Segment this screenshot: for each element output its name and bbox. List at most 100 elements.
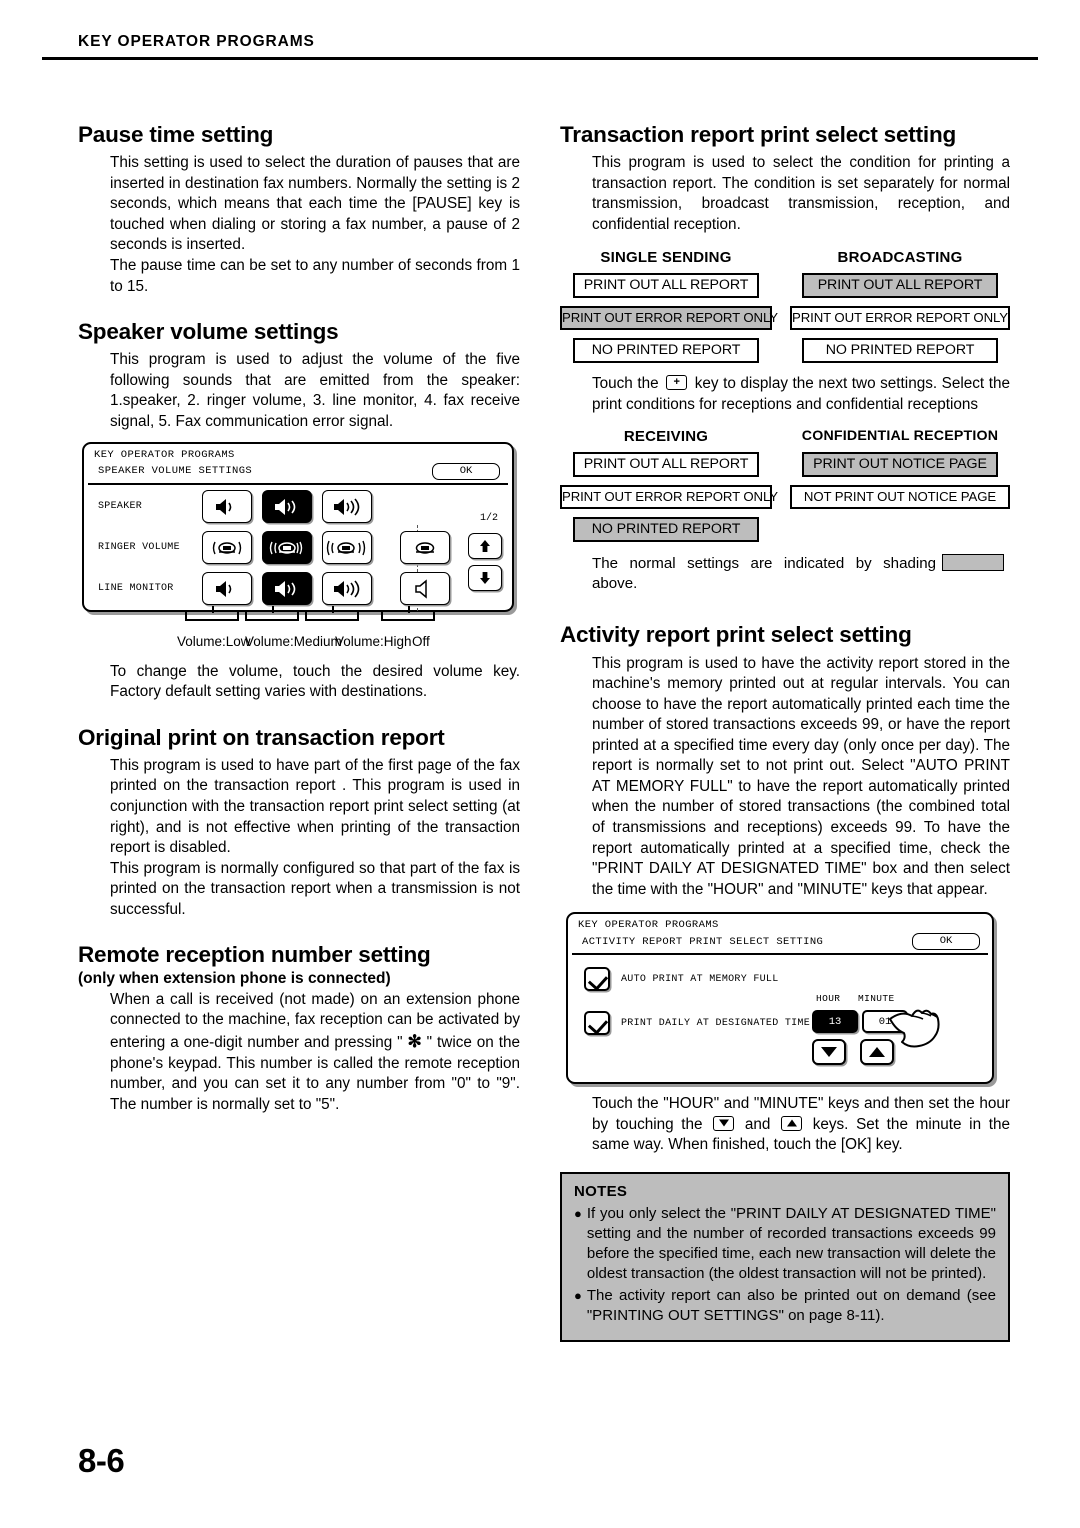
down-arrow-inline-icon	[713, 1115, 735, 1131]
broadcasting-options: PRINT OUT ALL REPORT PRINT OUT ERROR REP…	[790, 273, 1010, 371]
paragraph-activity-report-2: Touch the "HOUR" and "MINUTE" keys and t…	[592, 1094, 1010, 1156]
speaker-volume-medium-key[interactable]	[262, 490, 312, 524]
option-receiving-print-all[interactable]: PRINT OUT ALL REPORT	[573, 451, 759, 477]
ringer-volume-low-key[interactable]	[202, 531, 252, 565]
volume-brackets	[82, 605, 520, 634]
panel-subbar-activity: ACTIVITY REPORT PRINT SELECT SETTING OK	[572, 933, 988, 956]
heading-original-print: Original print on transaction report	[78, 724, 445, 750]
speaker-volume-low-key[interactable]	[202, 490, 252, 524]
up-arrow-inline-icon	[781, 1115, 803, 1131]
paragraph-speaker-volume-2: To change the volume, touch the desired …	[110, 662, 520, 701]
bracket-medium	[245, 605, 299, 621]
down-arrow-key-icon: +	[666, 375, 688, 391]
report-group1-headers: SINGLE SENDING BROADCASTING	[560, 249, 1010, 266]
ringer-volume-row: RINGER VOLUME	[84, 530, 512, 566]
paragraph-original-print-1: This program is used to have part of the…	[110, 756, 520, 857]
speaker-volume-high-key[interactable]	[322, 490, 372, 524]
report-group1-options: PRINT OUT ALL REPORT PRINT OUT ERROR REP…	[560, 273, 1010, 371]
asterisk-glyph: ✻	[407, 1031, 422, 1051]
confidential-options: PRINT OUT NOTICE PAGE NOT PRINT OUT NOTI…	[790, 451, 1010, 550]
header-single-sending: SINGLE SENDING	[600, 249, 732, 267]
volume-bracket-labels: Volume:Low Volume:Medium Volume:High Off	[82, 634, 520, 654]
print-daily-designated-time-checkbox[interactable]	[584, 1011, 610, 1036]
heading-activity-report: Activity report print select setting	[560, 622, 912, 648]
panel-title-speaker: KEY OPERATOR PROGRAMS	[94, 448, 235, 461]
print-daily-designated-time-label: PRINT DAILY AT DESIGNATED TIME	[621, 1017, 811, 1029]
left-column: Pause time setting This setting is used …	[78, 122, 520, 1115]
option-single-print-all[interactable]: PRINT OUT ALL REPORT	[573, 273, 759, 299]
scroll-down-key[interactable]	[468, 564, 502, 591]
label-volume-low: Volume:Low	[177, 633, 251, 649]
ringer-volume-high-key[interactable]	[322, 531, 372, 565]
speaker-row-label: SPEAKER	[98, 501, 143, 513]
line-monitor-medium-key[interactable]	[262, 572, 312, 606]
ok-button-speaker[interactable]: OK	[432, 462, 500, 480]
hour-value-key[interactable]: 13	[812, 1010, 858, 1034]
option-receiving-print-error-only[interactable]: PRINT OUT ERROR REPORT ONLY	[560, 484, 778, 509]
paragraph-remote-reception: When a call is received (not made) on an…	[110, 990, 520, 1116]
option-single-print-error-only[interactable]: PRINT OUT ERROR REPORT ONLY	[560, 306, 778, 331]
shading-swatch	[942, 553, 1004, 571]
activity-report-panel: KEY OPERATOR PROGRAMS ACTIVITY REPORT PR…	[566, 912, 994, 1085]
ringer-volume-off-key[interactable]	[400, 531, 450, 565]
option-single-no-report[interactable]: NO PRINTED REPORT	[573, 338, 759, 364]
paragraph-pause-time-1: This setting is used to select the durat…	[110, 154, 520, 254]
line-monitor-row: LINE MONITOR	[84, 571, 512, 607]
ringer-volume-medium-key[interactable]	[262, 531, 312, 565]
shading-legend: The normal settings are indicated by sha…	[592, 553, 1010, 595]
auto-print-memory-full-label: AUTO PRINT AT MEMORY FULL	[621, 973, 779, 985]
subheading-remote-reception: (only when extension phone is connected)	[78, 969, 391, 987]
header-receiving: RECEIVING	[623, 427, 709, 445]
label-volume-high: Volume:High	[335, 633, 412, 649]
activity-panel-body: AUTO PRINT AT MEMORY FULL PRINT DAILY AT…	[568, 955, 992, 1073]
line-monitor-off-key[interactable]	[400, 572, 450, 606]
activity-text-b: and	[737, 1115, 779, 1133]
option-receiving-no-report[interactable]: NO PRINTED REPORT	[573, 516, 759, 542]
header-broadcasting: BROADCASTING	[837, 249, 963, 267]
ok-button-activity[interactable]: OK	[912, 933, 980, 951]
speaker-volume-panel: KEY OPERATOR PROGRAMS SPEAKER VOLUME SET…	[82, 441, 514, 612]
note-item: ● If you only select the "PRINT DAILY AT…	[574, 1204, 996, 1284]
panel-subtitle-activity: ACTIVITY REPORT PRINT SELECT SETTING	[582, 935, 824, 948]
bullet-icon: ●	[574, 1205, 582, 1221]
time-up-key[interactable]	[860, 1039, 894, 1066]
speaker-panel-body: 1/2 SPEAKER RINGER VOLUME LINE MONITOR	[84, 485, 512, 611]
auto-print-memory-full-row[interactable]: AUTO PRINT AT MEMORY FULL	[584, 967, 779, 992]
bullet-icon: ●	[574, 1287, 582, 1303]
option-broadcast-print-all[interactable]: PRINT OUT ALL REPORT	[802, 273, 998, 299]
hour-header: HOUR	[816, 993, 841, 1005]
time-down-key[interactable]	[812, 1039, 846, 1066]
line-monitor-low-key[interactable]	[202, 572, 252, 606]
notes-title: NOTES	[574, 1182, 628, 1200]
note-text: The activity report can also be printed …	[586, 1286, 996, 1324]
label-volume-medium: Volume:Medium	[245, 633, 342, 649]
report-group2-headers: RECEIVING CONFIDENTIAL RECEPTION	[560, 428, 1010, 445]
shading-legend-text-a: The normal settings are indicated by sha…	[592, 554, 936, 572]
right-column: Transaction report print select setting …	[560, 122, 1010, 1342]
paragraph-touch-next-settings: Touch the + key to display the next two …	[592, 374, 1010, 415]
option-confidential-not-print-notice[interactable]: NOT PRINT OUT NOTICE PAGE	[790, 484, 1010, 509]
option-broadcast-print-error-only[interactable]: PRINT OUT ERROR REPORT ONLY	[790, 306, 1010, 331]
shading-legend-text-b: above.	[592, 574, 638, 592]
auto-print-memory-full-checkbox[interactable]	[584, 967, 610, 992]
header-confidential-reception: CONFIDENTIAL RECEPTION	[801, 427, 999, 444]
notes-box: NOTES ● If you only select the "PRINT DA…	[560, 1171, 1010, 1342]
document-page: KEY OPERATOR PROGRAMS Pause time setting…	[0, 0, 1080, 1528]
page-number: 8-6	[78, 1442, 125, 1479]
print-daily-designated-time-row[interactable]: PRINT DAILY AT DESIGNATED TIME	[584, 1011, 811, 1036]
header-rule	[42, 57, 1038, 60]
label-volume-off: Off	[412, 633, 430, 649]
scroll-up-key[interactable]	[468, 532, 502, 559]
bracket-off	[381, 605, 435, 621]
note-text: If you only select the "PRINT DAILY AT D…	[586, 1204, 996, 1282]
option-confidential-print-notice[interactable]: PRINT OUT NOTICE PAGE	[802, 451, 998, 477]
running-head: KEY OPERATOR PROGRAMS	[78, 33, 315, 50]
heading-remote-reception: Remote reception number setting	[78, 942, 431, 968]
note-item: ● The activity report can also be printe…	[574, 1286, 996, 1326]
line-monitor-high-key[interactable]	[322, 572, 372, 606]
report-group2-options: PRINT OUT ALL REPORT PRINT OUT ERROR REP…	[560, 451, 1010, 550]
minute-header: MINUTE	[858, 993, 895, 1005]
speaker-row: SPEAKER	[84, 489, 512, 525]
heading-transaction-report: Transaction report print select setting	[560, 122, 957, 147]
paragraph-pause-time-2: The pause time can be set to any number …	[110, 257, 520, 295]
